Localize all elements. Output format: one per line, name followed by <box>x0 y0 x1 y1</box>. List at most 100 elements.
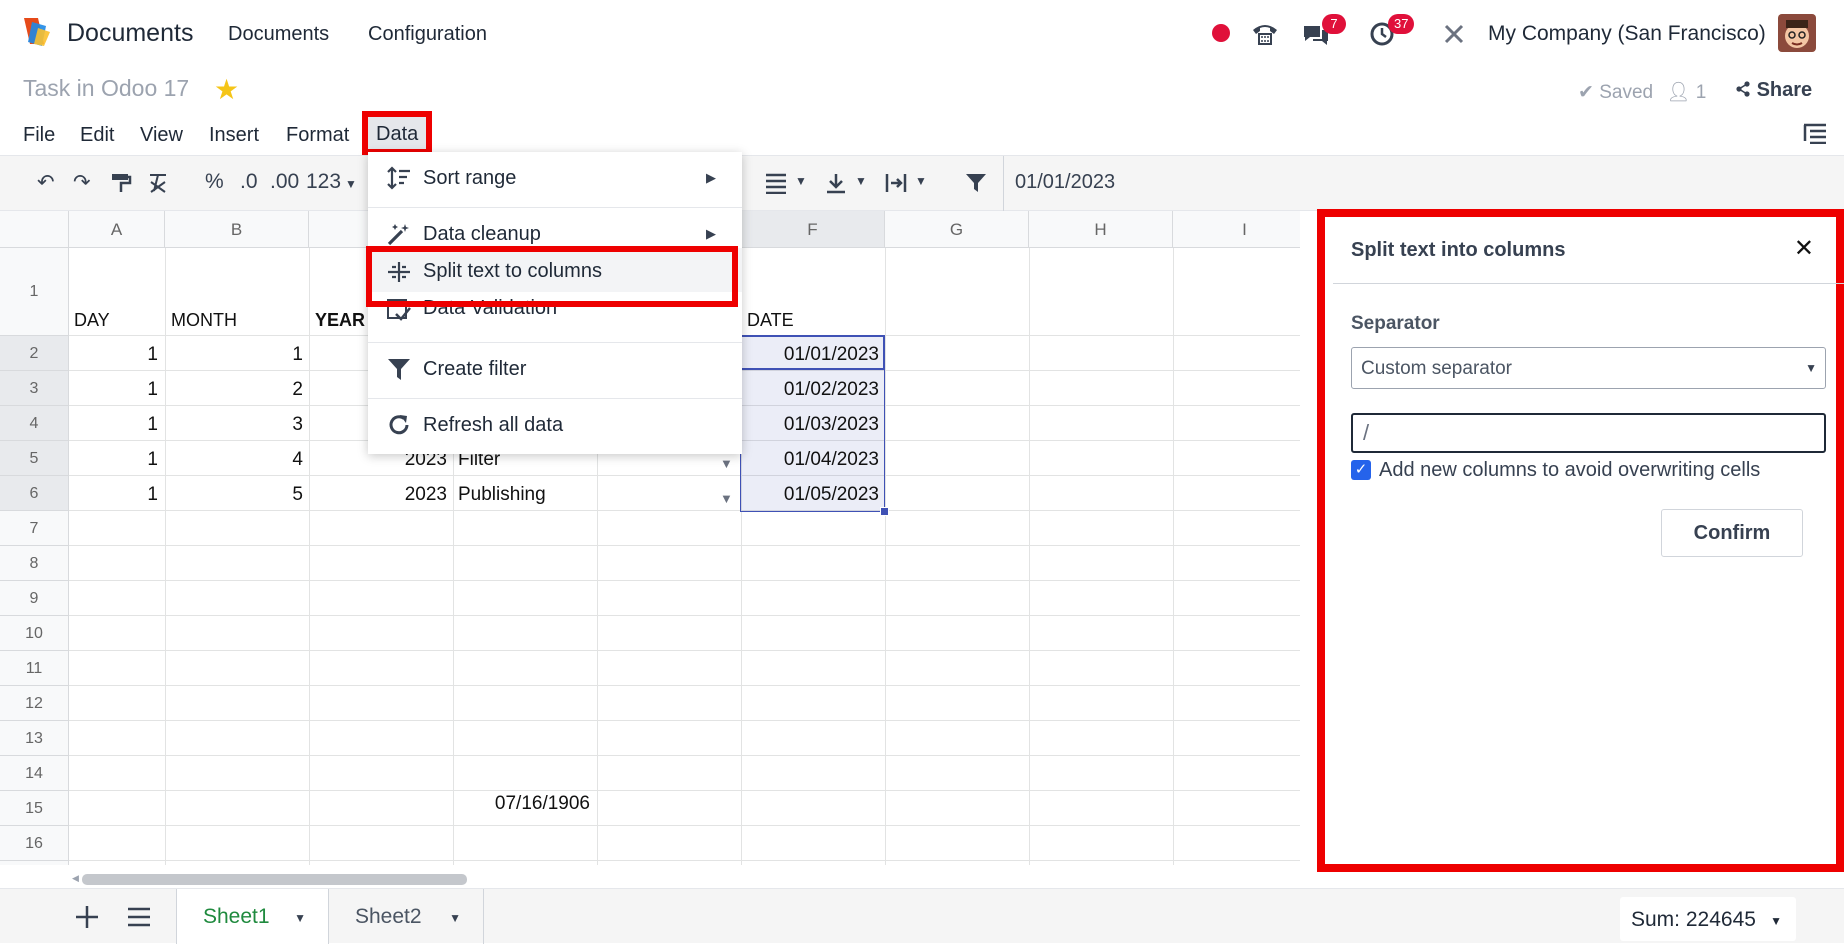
menu-item-sort-range[interactable]: Sort range ▶ <box>368 152 742 206</box>
scroll-left-icon[interactable]: ◀ <box>72 873 79 884</box>
menu-insert[interactable]: Insert <box>209 124 259 147</box>
nav-configuration-link[interactable]: Configuration <box>368 23 487 46</box>
aggregate-statistic-selector[interactable]: Sum: 224645 ▼ <box>1620 897 1796 941</box>
col-header-h[interactable]: H <box>1029 211 1173 248</box>
sheet-tab-sheet2[interactable]: Sheet2 ▼ <box>329 889 484 944</box>
menu-item-refresh-all-data[interactable]: Refresh all data <box>368 399 742 453</box>
favorite-star-icon[interactable]: ★ <box>214 73 239 106</box>
cell-b2[interactable]: 1 <box>171 344 303 366</box>
cell-c1[interactable]: YEAR <box>315 310 365 331</box>
cell-f5[interactable]: 01/04/2023 <box>747 449 879 471</box>
decrease-decimals-button[interactable]: .0 <box>240 170 258 194</box>
redo-icon[interactable]: ↷ <box>73 170 91 195</box>
row-header[interactable]: 10 <box>0 616 69 651</box>
close-icon[interactable]: ✕ <box>1794 234 1814 263</box>
formula-input[interactable]: 01/01/2023 <box>1015 171 1115 194</box>
cell-a6[interactable]: 1 <box>74 484 158 506</box>
cell-a5[interactable]: 1 <box>74 449 158 471</box>
undo-icon[interactable]: ↶ <box>37 170 55 195</box>
corner-cell[interactable] <box>0 211 69 248</box>
row-header[interactable]: 5 <box>0 441 69 476</box>
add-sheet-icon[interactable] <box>74 904 100 930</box>
clear-format-icon[interactable] <box>147 172 169 194</box>
chevron-down-icon[interactable]: ▼ <box>855 174 867 188</box>
col-header-f[interactable]: F <box>741 211 885 248</box>
row-header[interactable]: 16 <box>0 826 69 861</box>
row-header[interactable]: 8 <box>0 546 69 581</box>
row-header[interactable]: 15 <box>0 791 69 826</box>
share-button[interactable]: Share <box>1735 79 1812 102</box>
cell-f3[interactable]: 01/02/2023 <box>747 379 879 401</box>
paint-format-icon[interactable] <box>110 172 132 194</box>
cell-f4[interactable]: 01/03/2023 <box>747 414 879 436</box>
nav-documents-link[interactable]: Documents <box>228 23 329 46</box>
row-header[interactable]: 12 <box>0 686 69 721</box>
chevron-down-icon[interactable]: ▼ <box>449 911 461 925</box>
row-header[interactable]: 13 <box>0 721 69 756</box>
chevron-down-icon[interactable]: ▼ <box>915 174 927 188</box>
row-header[interactable]: 11 <box>0 651 69 686</box>
cell-b6[interactable]: 5 <box>171 484 303 506</box>
cell-a4[interactable]: 1 <box>74 414 158 436</box>
cell-b4[interactable]: 3 <box>171 414 303 436</box>
cell-f1[interactable]: DATE <box>747 310 794 331</box>
more-formats-button[interactable]: 123 ▼ <box>306 170 357 194</box>
menu-file[interactable]: File <box>23 124 55 147</box>
cell-f2[interactable]: 01/01/2023 <box>747 344 879 366</box>
horizontal-align-icon[interactable] <box>764 172 790 194</box>
chevron-down-icon[interactable]: ▼ <box>795 174 807 188</box>
documents-app-logo[interactable] <box>20 16 52 48</box>
cell-b5[interactable]: 4 <box>171 449 303 471</box>
filter-icon[interactable] <box>964 172 988 194</box>
add-columns-checkbox[interactable]: ✓ <box>1351 460 1371 480</box>
increase-decimals-button[interactable]: .00 <box>270 170 299 194</box>
company-switcher[interactable]: My Company (San Francisco) <box>1488 22 1766 46</box>
spreadsheet-title[interactable]: Task in Odoo 17 <box>23 75 189 102</box>
col-header-g[interactable]: G <box>885 211 1029 248</box>
row-header[interactable]: 1 <box>0 248 69 336</box>
row-header[interactable]: 17 <box>0 861 69 865</box>
text-wrapping-icon[interactable] <box>884 172 908 194</box>
cell-a3[interactable]: 1 <box>74 379 158 401</box>
menu-view[interactable]: View <box>140 124 183 147</box>
menu-data[interactable]: Data <box>362 111 432 155</box>
cell-f6[interactable]: 01/05/2023 <box>747 484 879 506</box>
cell-c6[interactable]: 2023 <box>315 484 447 506</box>
cell-b3[interactable]: 2 <box>171 379 303 401</box>
cell-a1[interactable]: DAY <box>74 310 110 331</box>
chevron-down-icon[interactable]: ▼ <box>294 911 306 925</box>
col-header-i[interactable]: I <box>1173 211 1300 248</box>
custom-separator-input[interactable] <box>1351 413 1826 453</box>
autofill-handle[interactable] <box>880 507 889 516</box>
cell-d15[interactable]: 07/16/1906 <box>458 793 590 815</box>
debug-tools-icon[interactable] <box>1440 20 1470 48</box>
format-percent-button[interactable]: % <box>205 170 224 194</box>
menu-format[interactable]: Format <box>286 124 349 147</box>
menu-item-create-filter[interactable]: Create filter <box>368 343 742 397</box>
chevron-down-icon[interactable]: ▼ <box>720 456 733 471</box>
row-header[interactable]: 3 <box>0 371 69 406</box>
app-title[interactable]: Documents <box>67 19 193 48</box>
recording-indicator-icon[interactable] <box>1212 24 1230 42</box>
row-header[interactable]: 7 <box>0 511 69 546</box>
confirm-button[interactable]: Confirm <box>1661 509 1803 557</box>
row-header[interactable]: 14 <box>0 756 69 791</box>
add-columns-checkbox-label[interactable]: Add new columns to avoid overwriting cel… <box>1379 459 1760 482</box>
row-header[interactable]: 6 <box>0 476 69 511</box>
separator-select[interactable]: Custom separator ▼ <box>1351 347 1826 389</box>
col-header-b[interactable]: B <box>165 211 309 248</box>
cell-d6[interactable]: Publishing <box>458 484 546 506</box>
cell-a2[interactable]: 1 <box>74 344 158 366</box>
row-header[interactable]: 4 <box>0 406 69 441</box>
chevron-down-icon[interactable]: ▼ <box>720 491 733 506</box>
cell-b1[interactable]: MONTH <box>171 310 237 331</box>
menu-edit[interactable]: Edit <box>80 124 114 147</box>
row-header[interactable]: 9 <box>0 581 69 616</box>
col-header-a[interactable]: A <box>69 211 165 248</box>
phone-icon[interactable] <box>1250 20 1280 48</box>
side-panel-toggle-icon[interactable] <box>1802 122 1828 144</box>
row-header[interactable]: 2 <box>0 336 69 371</box>
horizontal-scrollbar[interactable] <box>82 874 467 885</box>
user-avatar[interactable] <box>1778 14 1816 52</box>
vertical-align-icon[interactable] <box>824 172 848 194</box>
